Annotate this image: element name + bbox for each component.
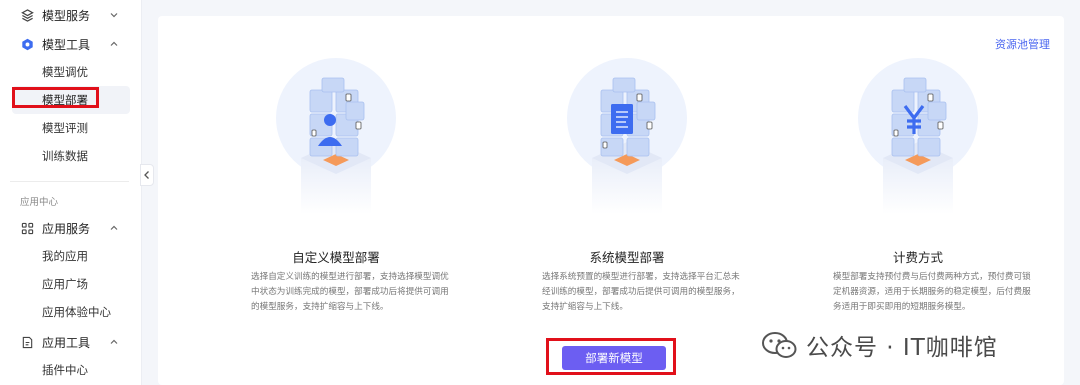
sidebar-item-model-tuning[interactable]: 模型调优 [12,58,130,86]
grid-apps-icon [20,221,34,235]
nav-group-model-tools[interactable]: 模型工具 [0,29,142,59]
cube-stack-icon [20,8,34,22]
sidebar-item-app-experience[interactable]: 应用体验中心 [12,298,130,326]
nav-group-label: 模型服务 [42,8,91,23]
nav-group-label: 应用服务 [42,221,91,236]
watermark-text: 公众号 · IT咖啡馆 [806,335,998,361]
sidebar-item-model-eval[interactable]: 模型评测 [12,114,130,142]
card-title: 自定义模型部署 [292,250,380,265]
sidebar-item-training-data[interactable]: 训练数据 [12,142,130,170]
nav-group-label: 应用工具 [42,335,91,350]
document-tool-icon [20,335,34,349]
sidebar-collapse-toggle[interactable] [140,164,154,186]
deploy-card-custom: 自定义模型部署 选择自定义训练的模型进行部署，支持选择模型调优中状态为训练完成的… [186,16,486,385]
chevron-left-icon [144,171,149,179]
card-description: 模型部署支持预付费与后付费两种方式，预付费可锁定机器资源，适用于长期服务的稳定模… [833,272,1031,312]
yuan-cube-icon [858,58,978,214]
wechat-icon [762,332,797,358]
card-description: 选择系统预置的模型进行部署，支持选择平台汇总未经训练的模型，部署成功后提供可调用… [542,272,740,312]
card-title: 系统模型部署 [589,250,665,265]
divider [10,181,129,182]
sidebar: 模型服务 模型工具 模型调优 模型部署 模型评测 训练数据 应用中心 应用服务 … [0,0,142,385]
nav-group-app-tools[interactable]: 应用工具 [0,327,142,357]
card-description: 选择自定义训练的模型进行部署，支持选择模型调优中状态为训练完成的模型，部署成功后… [251,272,449,312]
nav-group-model-service[interactable]: 模型服务 [0,0,142,30]
nav-group-app-service[interactable]: 应用服务 [0,213,142,243]
chevron-up-icon [110,339,118,344]
document-cube-icon [567,58,687,214]
sidebar-item-my-apps[interactable]: 我的应用 [12,242,130,270]
user-cube-icon [276,58,396,214]
chevron-up-icon [110,41,118,46]
deploy-card-system: 系统模型部署 选择系统预置的模型进行部署，支持选择平台汇总未经训练的模型，部署成… [477,16,777,385]
highlight-box [546,338,676,375]
watermark: 公众号 · IT咖啡馆 [760,325,1070,365]
highlight-box [12,87,99,108]
card-title: 计费方式 [892,250,943,265]
section-label: 应用中心 [20,197,59,208]
hexagon-icon [20,37,34,51]
nav-group-label: 模型工具 [42,37,91,52]
sidebar-item-plugin-center[interactable]: 插件中心 [12,356,130,384]
chevron-up-icon [110,225,118,230]
sidebar-item-app-plaza[interactable]: 应用广场 [12,270,130,298]
chevron-down-icon [110,13,118,18]
